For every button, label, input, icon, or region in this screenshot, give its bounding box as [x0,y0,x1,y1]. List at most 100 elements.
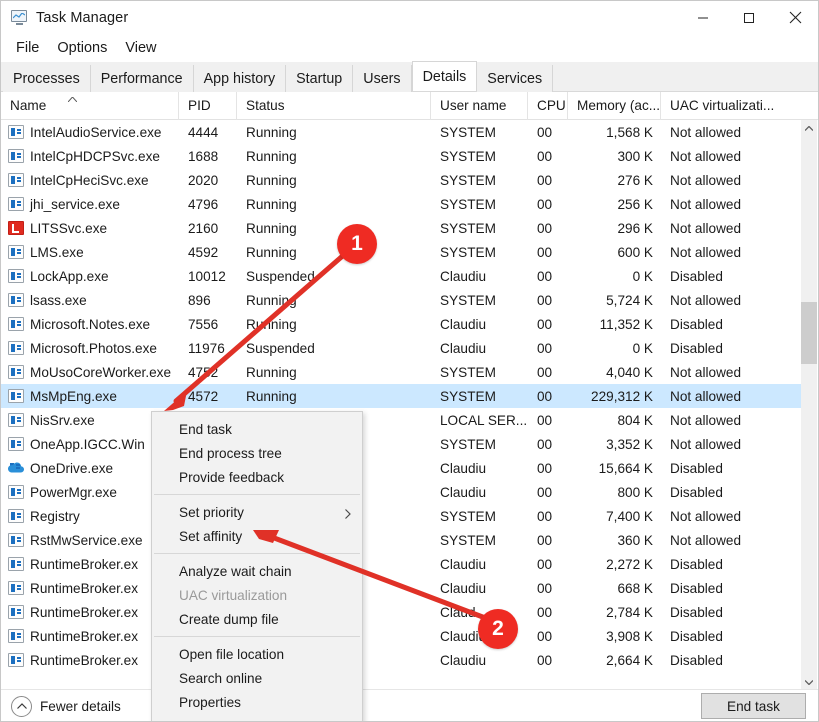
cell-cpu-label: 00 [537,149,552,164]
table-row[interactable]: Microsoft.Notes.exe7556RunningClaudiu001… [1,312,802,336]
context-menu-item[interactable]: Open file location [152,642,362,666]
table-row[interactable]: RuntimeBroker.exClaudiu002,272 KDisabled [1,552,802,576]
process-icon [8,533,24,547]
context-menu-item[interactable]: Set priority [152,500,362,524]
table-row[interactable]: Microsoft.Photos.exe11976SuspendedClaudi… [1,336,802,360]
table-row[interactable]: LITSSvc.exe2160RunningSYSTEM00296 KNot a… [1,216,802,240]
cell-cpu: 00 [528,432,568,456]
cell-memory-label: 2,784 K [606,605,653,620]
annotation-badge-1-label: 1 [351,232,363,256]
table-row[interactable]: IntelCpHeciSvc.exe2020RunningSYSTEM00276… [1,168,802,192]
table-row[interactable]: RegistrySYSTEM007,400 KNot allowed [1,504,802,528]
context-menu-item[interactable]: Provide feedback [152,465,362,489]
cell-pid-label: 4572 [188,389,218,404]
tab-services[interactable]: Services [477,65,553,92]
cell-cpu-label: 00 [537,317,552,332]
table-row[interactable]: IntelAudioService.exe4444RunningSYSTEM00… [1,120,802,144]
cell-cpu-label: 00 [537,125,552,140]
context-menu-item[interactable]: Create dump file [152,607,362,631]
table-row[interactable]: RuntimeBroker.exClaudiu00668 KDisabled [1,576,802,600]
tab-details[interactable]: Details [412,61,478,91]
table-row[interactable]: IntelCpHDCPSvc.exe1688RunningSYSTEM00300… [1,144,802,168]
minimize-icon[interactable] [680,1,726,34]
table-row[interactable]: OneDrive.exeClaudiu0015,664 KDisabled [1,456,802,480]
cell-memory: 11,352 K [568,312,661,336]
table-row[interactable]: RstMwService.exeSYSTEM00360 KNot allowed [1,528,802,552]
cell-name-label: Microsoft.Notes.exe [30,317,150,332]
end-task-button[interactable]: End task [701,693,806,719]
table-row[interactable]: jhi_service.exe4796RunningSYSTEM00256 KN… [1,192,802,216]
cell-uac: Not allowed [661,384,785,408]
context-menu-separator [154,636,360,637]
table-row[interactable]: NisSrv.exeLOCAL SER...00804 KNot allowed [1,408,802,432]
column-header-username[interactable]: User name [431,92,528,120]
menu-file[interactable]: File [7,37,48,59]
table-row[interactable]: lsass.exe896RunningSYSTEM005,724 KNot al… [1,288,802,312]
tab-startup[interactable]: Startup [286,65,353,92]
cell-name-label: lsass.exe [30,293,87,308]
tab-processes[interactable]: Processes [3,65,91,92]
context-menu-item[interactable]: Set affinity [152,524,362,548]
cell-user-label: Claud [440,605,476,620]
column-header-memory[interactable]: Memory (ac... [568,92,661,120]
column-header-uac[interactable]: UAC virtualizati... [661,92,785,120]
table-row[interactable]: MoUsoCoreWorker.exe4752RunningSYSTEM004,… [1,360,802,384]
cell-status: Running [237,168,431,192]
column-header-cpu[interactable]: CPU [528,92,568,120]
column-header-status[interactable]: Status [237,92,431,120]
context-menu[interactable]: End taskEnd process treeProvide feedback… [151,411,363,722]
process-icon [8,293,24,307]
column-header-pid[interactable]: PID [179,92,237,120]
process-icon [8,653,24,667]
column-header-memory-label: Memory (ac... [577,98,660,113]
scrollbar-thumb[interactable] [801,302,817,364]
cell-name: Microsoft.Notes.exe [1,312,179,336]
scroll-up-icon[interactable] [801,120,817,137]
table-row[interactable]: PowerMgr.exeClaudiu00800 KDisabled [1,480,802,504]
table-row[interactable]: OneApp.IGCC.WinSYSTEM003,352 KNot allowe… [1,432,802,456]
cell-uac-label: Disabled [670,581,723,596]
tab-performance[interactable]: Performance [91,65,194,92]
cell-uac-label: Not allowed [670,413,741,428]
cell-name-label: LITSSvc.exe [30,221,107,236]
context-menu-item[interactable]: Analyze wait chain [152,559,362,583]
process-list[interactable]: IntelAudioService.exe4444RunningSYSTEM00… [1,120,802,691]
maximize-icon[interactable] [726,1,772,34]
tab-app-history[interactable]: App history [194,65,287,92]
table-row[interactable]: RuntimeBroker.exClaud002,784 KDisabled [1,600,802,624]
cell-cpu: 00 [528,408,568,432]
table-row[interactable]: MsMpEng.exe4572RunningSYSTEM00229,312 KN… [1,384,802,408]
vertical-scrollbar[interactable] [801,120,817,691]
cell-name: jhi_service.exe [1,192,179,216]
close-icon[interactable] [772,1,818,34]
context-menu-item[interactable]: Search online [152,666,362,690]
context-menu-item[interactable]: Go to service(s) [152,714,362,722]
cell-memory: 256 K [568,192,661,216]
fewer-details-button[interactable]: Fewer details [11,694,121,718]
table-row[interactable]: LMS.exe4592RunningSYSTEM00600 KNot allow… [1,240,802,264]
cell-name-label: LockApp.exe [30,269,109,284]
cell-user: SYSTEM [431,240,528,264]
context-menu-item[interactable]: End task [152,417,362,441]
table-row[interactable]: RuntimeBroker.exClaudiu002,664 KDisabled [1,648,802,672]
cell-name: IntelAudioService.exe [1,120,179,144]
context-menu-item: UAC virtualization [152,583,362,607]
cell-user: SYSTEM [431,288,528,312]
cell-uac: Not allowed [661,432,785,456]
cell-cpu: 00 [528,360,568,384]
cell-name-label: RuntimeBroker.ex [30,557,138,572]
table-row[interactable]: LockApp.exe10012SuspendedClaudiu000 KDis… [1,264,802,288]
menu-view[interactable]: View [116,37,165,59]
cell-cpu: 00 [528,312,568,336]
menu-options[interactable]: Options [48,37,116,59]
tab-users[interactable]: Users [353,65,411,92]
context-menu-item[interactable]: Properties [152,690,362,714]
cell-cpu-label: 00 [537,485,552,500]
table-row[interactable]: RuntimeBroker.exClaudiu003,908 KDisabled [1,624,802,648]
column-header-name[interactable]: Name [1,92,179,120]
cell-user-label: LOCAL SER... [440,413,527,428]
cell-uac-label: Disabled [670,629,723,644]
context-menu-item[interactable]: End process tree [152,441,362,465]
context-menu-separator [154,494,360,495]
cell-user-label: Claudiu [440,653,486,668]
